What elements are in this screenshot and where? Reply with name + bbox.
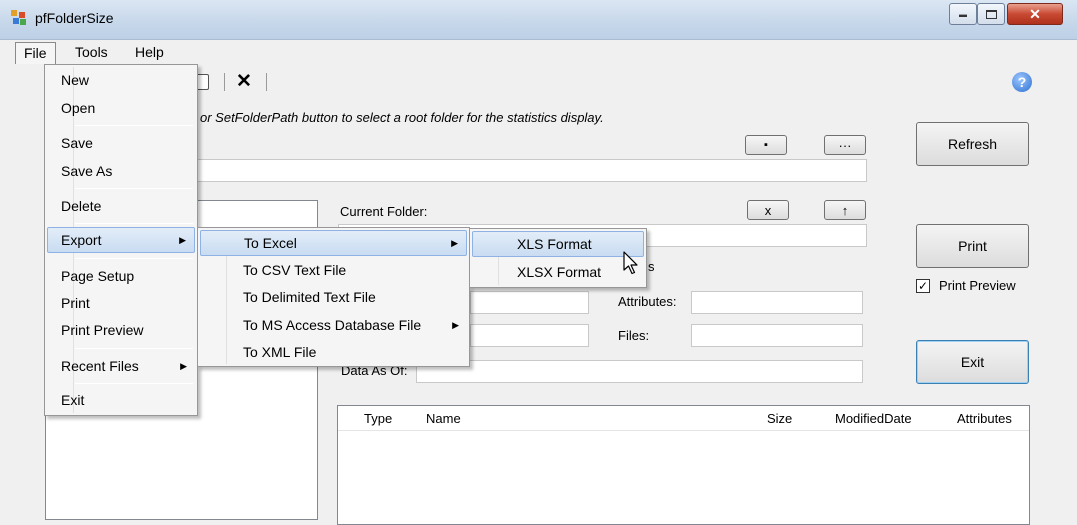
minimize-button[interactable]: ▬ [949, 3, 977, 25]
partial-label: s [648, 259, 655, 274]
maximize-button[interactable] [977, 3, 1005, 25]
menu-item-export-label: Export [61, 232, 102, 248]
menu-item-save[interactable]: Save [47, 130, 195, 156]
print-preview-checkbox[interactable]: ✓ [916, 279, 930, 293]
stat-field-2 [470, 324, 589, 347]
menu-item-to-xml[interactable]: To XML File [200, 339, 467, 365]
menu-separator [75, 125, 193, 126]
menu-item-to-csv[interactable]: To CSV Text File [200, 257, 467, 283]
menu-item-print-preview[interactable]: Print Preview [47, 317, 195, 343]
menu-separator [75, 348, 193, 349]
column-header-type[interactable]: Type [364, 411, 392, 426]
menu-separator [75, 258, 193, 259]
submenu-arrow-icon: ▶ [180, 361, 187, 371]
print-button[interactable]: Print [916, 224, 1029, 268]
files-label: Files: [618, 328, 650, 343]
menu-separator [75, 383, 193, 384]
menu-separator [75, 223, 193, 224]
arrow-up-icon: ↑ [841, 202, 849, 218]
submenu-arrow-icon: ▶ [179, 235, 186, 245]
menu-item-to-access[interactable]: To MS Access Database File ▶ [200, 312, 467, 338]
file-list[interactable]: Type Name Size ModifiedDate Attributes [337, 405, 1030, 525]
print-preview-label: Print Preview [939, 278, 1016, 293]
menu-item-to-excel[interactable]: To Excel ▶ [200, 230, 467, 256]
column-header-modified-date[interactable]: ModifiedDate [835, 411, 912, 426]
column-header-size[interactable]: Size [767, 411, 792, 426]
root-folder-input[interactable] [195, 159, 867, 182]
close-icon: ✕ [1029, 5, 1041, 22]
data-as-of-field [416, 360, 863, 383]
menu-item-export[interactable]: Export ▶ [47, 227, 195, 253]
list-header-divider [338, 430, 1029, 431]
title-bar: pfFolderSize ▬ ✕ [0, 0, 1077, 40]
menu-item-exit[interactable]: Exit [47, 387, 195, 413]
current-folder-label: Current Folder: [340, 204, 428, 219]
submenu-arrow-icon: ▶ [451, 238, 458, 248]
excel-submenu: XLS Format XLSX Format [469, 228, 647, 288]
help-icon[interactable]: ? [1012, 72, 1032, 92]
up-button[interactable]: ↑ [824, 200, 866, 220]
stat-field-1 [470, 291, 589, 314]
menu-item-page-setup[interactable]: Page Setup [47, 263, 195, 289]
menu-item-to-delimited[interactable]: To Delimited Text File [200, 284, 467, 310]
menu-item-to-access-label: To MS Access Database File [243, 317, 422, 333]
column-header-name[interactable]: Name [426, 411, 461, 426]
files-field [691, 324, 863, 347]
menu-item-xls-format[interactable]: XLS Format [472, 231, 644, 257]
save-path-button[interactable]: ▪ [745, 135, 787, 155]
window-title: pfFolderSize [35, 10, 114, 26]
file-menu: New Open Save Save As Delete Export ▶ Pa… [44, 64, 198, 416]
menu-item-open[interactable]: Open [47, 95, 195, 121]
refresh-button[interactable]: Refresh [916, 122, 1029, 166]
minimize-icon: ▬ [959, 9, 967, 19]
browse-button[interactable]: ··· [824, 135, 866, 155]
menu-separator [75, 188, 193, 189]
save-icon: ▪ [764, 139, 768, 151]
menu-item-new[interactable]: New [47, 67, 195, 93]
delete-toolbar-icon[interactable]: ✕ [236, 70, 252, 93]
menu-item-xlsx-format[interactable]: XLSX Format [472, 259, 644, 285]
menu-item-save-as[interactable]: Save As [47, 158, 195, 184]
menu-item-recent-files[interactable]: Recent Files ▶ [47, 353, 195, 379]
menu-item-print[interactable]: Print [47, 290, 195, 316]
toolbar-separator [266, 73, 267, 91]
submenu-arrow-icon: ▶ [452, 320, 459, 330]
toolbar-separator [224, 73, 225, 91]
attributes-field [691, 291, 863, 314]
check-icon: ✓ [917, 279, 929, 293]
menu-item-recent-files-label: Recent Files [61, 358, 139, 374]
menu-file[interactable]: File [15, 42, 56, 64]
instruction-text: or SetFolderPath button to select a root… [200, 110, 604, 125]
maximize-icon [985, 9, 997, 19]
close-button[interactable]: ✕ [1007, 3, 1063, 25]
clear-button[interactable]: x [747, 200, 789, 220]
menu-help[interactable]: Help [127, 42, 172, 64]
exit-button[interactable]: Exit [916, 340, 1029, 384]
export-submenu: To Excel ▶ To CSV Text File To Delimited… [197, 227, 470, 367]
mouse-cursor-icon [623, 251, 638, 275]
menu-tools[interactable]: Tools [67, 42, 116, 64]
app-icon [11, 10, 27, 26]
attributes-label: Attributes: [618, 294, 677, 309]
menu-bar: File Tools Help [0, 40, 1077, 64]
menu-item-to-excel-label: To Excel [244, 235, 297, 251]
column-header-attributes[interactable]: Attributes [957, 411, 1012, 426]
menu-item-delete[interactable]: Delete [47, 193, 195, 219]
